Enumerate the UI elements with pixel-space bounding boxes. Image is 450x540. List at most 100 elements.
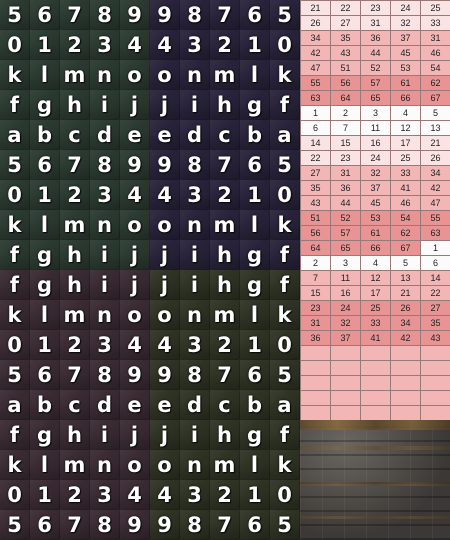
glyph-tile: d xyxy=(180,120,210,150)
glyph-tile: 4 xyxy=(150,330,180,360)
number-cell: 13 xyxy=(390,270,421,286)
number-cell: 21 xyxy=(390,285,421,301)
glyph-tile: 5 xyxy=(270,150,300,180)
glyph-tile: 6 xyxy=(30,150,60,180)
number-cell: 44 xyxy=(330,195,361,211)
number-cell: 24 xyxy=(390,0,421,16)
glyph-tile: 8 xyxy=(180,510,210,540)
number-cell: 17 xyxy=(390,135,421,151)
number-cell: 52 xyxy=(330,210,361,226)
number-cell-empty xyxy=(300,390,331,406)
number-cell: 15 xyxy=(330,135,361,151)
number-cell: 22 xyxy=(420,285,450,301)
glyph-tile: e xyxy=(120,120,150,150)
number-cell: 37 xyxy=(330,330,361,346)
number-cell: 66 xyxy=(360,240,391,256)
glyph-tile: i xyxy=(180,420,210,450)
glyph-tile: o xyxy=(150,450,180,480)
glyph-tile: 8 xyxy=(180,360,210,390)
glyph-tile: n xyxy=(90,60,120,90)
glyph-tile: 9 xyxy=(150,510,180,540)
stone-seam xyxy=(300,482,450,486)
glyph-tile: m xyxy=(210,210,240,240)
glyph-tile: e xyxy=(150,120,180,150)
number-cell-empty xyxy=(360,405,391,421)
glyph-tile: g xyxy=(240,420,270,450)
glyph-tile: m xyxy=(210,60,240,90)
number-cell: 24 xyxy=(330,300,361,316)
glyph-tile: g xyxy=(240,270,270,300)
glyph-tile: k xyxy=(0,450,30,480)
number-cell-empty xyxy=(360,390,391,406)
glyph-tile: 2 xyxy=(210,330,240,360)
number-cell: 47 xyxy=(300,60,331,76)
number-cell: 53 xyxy=(360,210,391,226)
glyph-tile: m xyxy=(60,450,90,480)
glyph-tile: h xyxy=(60,90,90,120)
glyph-tile: o xyxy=(120,300,150,330)
number-cell-empty xyxy=(420,390,450,406)
glyph-tile: 6 xyxy=(240,360,270,390)
glyph-tile: h xyxy=(210,90,240,120)
glyph-tile: 6 xyxy=(240,0,270,30)
number-cell-empty xyxy=(390,345,421,361)
glyph-tile: 4 xyxy=(120,330,150,360)
number-cell-empty xyxy=(330,360,361,376)
number-cell-empty xyxy=(360,375,391,391)
glyph-tile: 9 xyxy=(150,150,180,180)
glyph-tile: e xyxy=(120,390,150,420)
number-cell: 5 xyxy=(390,255,421,271)
number-cell: 22 xyxy=(330,0,361,16)
number-cell: 55 xyxy=(420,210,450,226)
texture-atlas-screen: 56789987650123443210klmnoonmlkfghijjihgf… xyxy=(0,0,450,540)
glyph-tile: g xyxy=(240,240,270,270)
number-cell: 41 xyxy=(360,330,391,346)
glyph-tile: h xyxy=(210,420,240,450)
number-cell: 16 xyxy=(330,285,361,301)
number-cell: 14 xyxy=(300,135,331,151)
number-cell: 23 xyxy=(360,0,391,16)
glyph-tile: n xyxy=(90,210,120,240)
glyph-tile: 7 xyxy=(210,150,240,180)
glyph-tile: l xyxy=(30,60,60,90)
number-cell: 63 xyxy=(420,225,450,241)
glyph-tile: c xyxy=(210,390,240,420)
glyph-tile: a xyxy=(270,390,300,420)
glyph-tile: 7 xyxy=(60,0,90,30)
glyph-tile: 3 xyxy=(90,30,120,60)
number-cell: 3 xyxy=(330,255,361,271)
glyph-tile: f xyxy=(0,270,30,300)
glyph-tile: e xyxy=(150,390,180,420)
number-cell: 53 xyxy=(390,60,421,76)
number-cell: 64 xyxy=(300,240,331,256)
glyph-tile: 4 xyxy=(120,480,150,510)
number-cell: 35 xyxy=(300,180,331,196)
number-cell: 47 xyxy=(420,195,450,211)
number-cell: 27 xyxy=(300,165,331,181)
glyph-tile: c xyxy=(210,120,240,150)
glyph-tile: g xyxy=(30,240,60,270)
glyph-tile: 4 xyxy=(150,30,180,60)
glyph-tile: a xyxy=(0,390,30,420)
number-cell: 32 xyxy=(360,165,391,181)
glyph-tile: l xyxy=(30,210,60,240)
glyph-tile: 7 xyxy=(210,510,240,540)
glyph-tile: 4 xyxy=(150,180,180,210)
number-cell: 56 xyxy=(330,75,361,91)
number-cell: 21 xyxy=(420,135,450,151)
number-cell: 13 xyxy=(420,120,450,136)
number-cell: 25 xyxy=(390,150,421,166)
glyph-tile: i xyxy=(90,240,120,270)
glyph-tile: g xyxy=(240,90,270,120)
stone-floor-texture xyxy=(300,420,450,540)
glyph-tile: j xyxy=(120,270,150,300)
number-cell: 31 xyxy=(330,165,361,181)
number-cell: 57 xyxy=(330,225,361,241)
glyph-tile: h xyxy=(210,240,240,270)
number-cell: 46 xyxy=(420,45,450,61)
glyph-tile: f xyxy=(0,420,30,450)
glyph-tile: 0 xyxy=(0,30,30,60)
glyph-tile: o xyxy=(120,450,150,480)
number-cell: 7 xyxy=(330,120,361,136)
number-cell: 27 xyxy=(330,15,361,31)
